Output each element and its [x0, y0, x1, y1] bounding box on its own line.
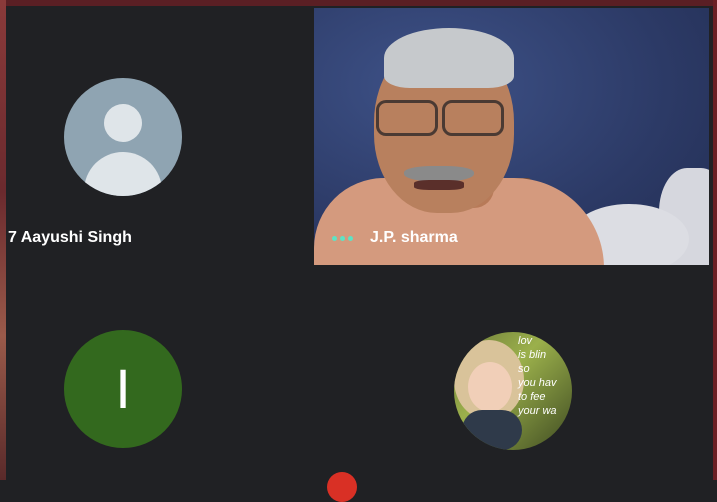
- avatar-photo: lov is blin so you hav to fee your wa: [454, 332, 572, 450]
- participant-name: J.P. sharma: [370, 229, 458, 246]
- participant-tile-jp-sharma[interactable]: J.P. sharma: [314, 8, 709, 265]
- speaking-indicator-icon: [332, 236, 354, 242]
- participant-tile-photo[interactable]: lov is blin so you hav to fee your wa: [314, 268, 709, 480]
- participant-name: 7 Aayushi Singh: [8, 229, 132, 246]
- person-icon: [64, 78, 182, 196]
- participant-tile-i[interactable]: I: [6, 268, 312, 480]
- avatar-initial: I: [64, 330, 182, 448]
- window-frame-top: [0, 0, 717, 6]
- avatar-quote-text: lov is blin so you hav to fee your wa: [518, 335, 557, 417]
- participant-tile-aayushi[interactable]: 7 Aayushi Singh: [6, 8, 312, 266]
- end-call-button[interactable]: [327, 472, 357, 502]
- window-frame-right: [713, 0, 717, 480]
